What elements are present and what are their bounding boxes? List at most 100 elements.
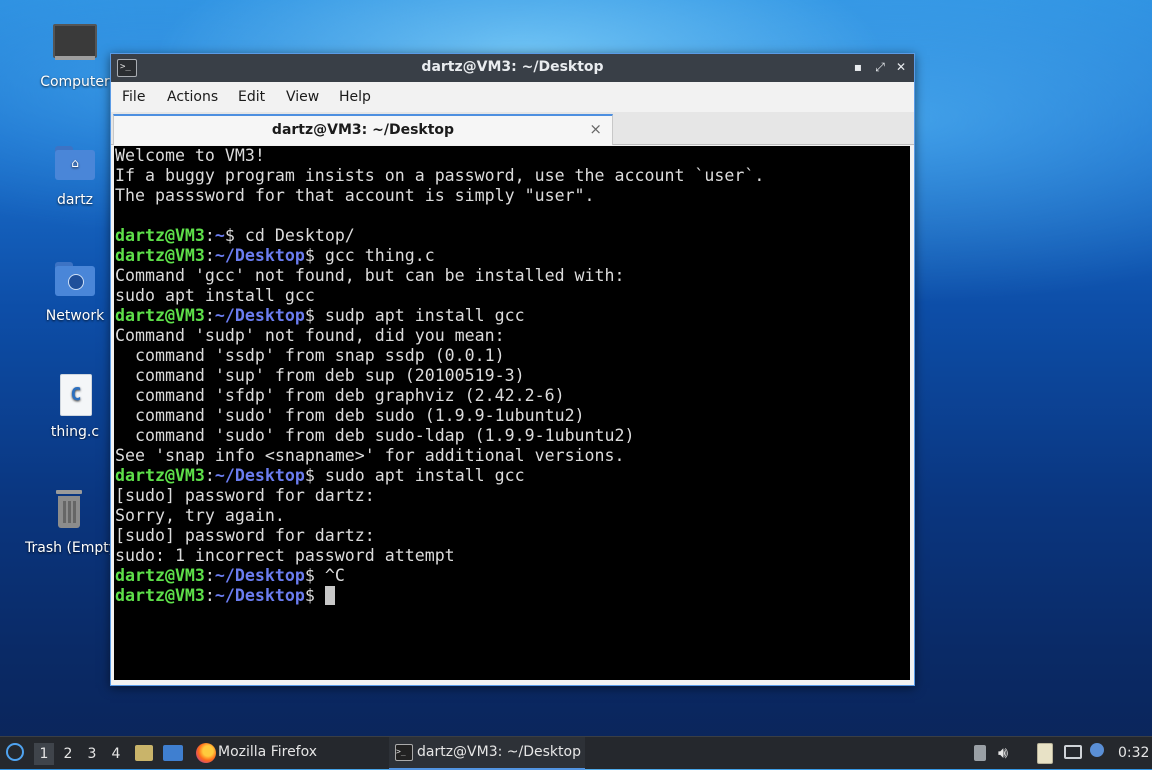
prompt-separator: : [204, 306, 215, 325]
tray-clipboard[interactable] [1034, 737, 1056, 769]
menu-help[interactable]: Help [339, 89, 371, 105]
prompt-path: ~/Desktop [214, 466, 305, 485]
terminal-line: dartz@VM3:~/Desktop$ sudo apt install gc… [115, 466, 764, 486]
taskbar: 1 2 3 4 Mozilla Firefox >_ dartz@VM3: ~/… [0, 736, 1152, 770]
workspace-2[interactable]: 2 [58, 743, 78, 765]
terminal-line: dartz@VM3:~/Desktop$ sudp apt install gc… [115, 306, 764, 326]
desktop-icon-label: Trash (Empty) [25, 540, 111, 556]
minimize-button[interactable]: ▪ [850, 59, 866, 75]
terminal-line: If a buggy program insists on a password… [115, 166, 765, 185]
terminal-line: [sudo] password for dartz: [115, 486, 375, 505]
terminal-line: Command 'gcc' not found, but can be inst… [115, 266, 625, 285]
terminal-line: [sudo] password for dartz: [115, 526, 375, 545]
firefox-icon [196, 743, 216, 763]
prompt-user: dartz@VM3 [115, 226, 205, 245]
prompt-path: ~ [214, 226, 225, 245]
clipboard-icon [1037, 743, 1053, 764]
volume-icon: 🔊︎ [998, 743, 1009, 762]
network-folder-icon [51, 256, 99, 304]
show-desktop-button[interactable] [162, 737, 184, 769]
prompt-path: ~/Desktop [214, 306, 305, 325]
prompt-path: ~/Desktop [214, 566, 305, 585]
terminal-line: command 'sudo' from deb sudo (1.9.9-1ubu… [115, 406, 585, 425]
prompt-separator: : [204, 226, 215, 245]
terminal-line: Command 'sudp' not found, did you mean: [115, 326, 505, 345]
prompt-user: dartz@VM3 [115, 566, 205, 585]
menu-actions[interactable]: Actions [167, 89, 218, 105]
terminal-window[interactable]: >_ dartz@VM3: ~/Desktop ▪ ⤢ ✕ File Actio… [110, 53, 915, 686]
task-firefox[interactable]: Mozilla Firefox [192, 737, 382, 768]
terminal-line: Sorry, try again. [115, 506, 285, 525]
workspace-3[interactable]: 3 [82, 743, 102, 765]
terminal-line: command 'sudo' from deb sudo-ldap (1.9.9… [115, 426, 635, 445]
menubar: File Actions Edit View Help [111, 82, 914, 112]
prompt-separator: : [204, 586, 215, 605]
terminal-line: command 'sfdp' from deb graphviz (2.42.2… [115, 386, 565, 405]
terminal-icon: >_ [395, 744, 413, 761]
tab-close-icon[interactable]: × [589, 120, 602, 138]
prompt-separator: : [204, 566, 215, 585]
prompt-command: $ sudo apt install gcc [304, 466, 525, 485]
tab-bar: dartz@VM3: ~/Desktop × [111, 112, 914, 145]
prompt-command: $ ^C [304, 566, 345, 585]
terminal-line: dartz@VM3:~/Desktop$ [115, 586, 764, 606]
lubuntu-start-icon [6, 743, 24, 761]
tray-volume[interactable]: 🔊︎ [998, 737, 1020, 769]
tab-title: dartz@VM3: ~/Desktop [271, 122, 455, 138]
c-source-file-icon: C [51, 372, 99, 420]
close-button[interactable]: ✕ [893, 59, 909, 75]
file-manager-launcher[interactable] [134, 737, 154, 769]
home-folder-icon: ⌂ [51, 140, 99, 188]
menu-edit[interactable]: Edit [238, 89, 265, 105]
terminal-line: command 'sup' from deb sup (20100519-3) [115, 366, 525, 385]
removable-media-icon [974, 745, 986, 761]
terminal-line: The passsword for that account is simply… [115, 186, 595, 205]
tray-updates[interactable] [1088, 737, 1110, 769]
menu-file[interactable]: File [122, 89, 145, 105]
terminal-text: Welcome to VM3! If a buggy program insist… [115, 146, 764, 606]
task-label: dartz@VM3: ~/Desktop [417, 744, 581, 760]
window-title: dartz@VM3: ~/Desktop [421, 59, 604, 75]
prompt-command: $ cd Desktop/ [224, 226, 355, 245]
tray-removable-media[interactable] [970, 737, 990, 769]
prompt-user: dartz@VM3 [115, 586, 205, 605]
terminal-line: See 'snap info <snapname>' for additiona… [115, 446, 625, 465]
show-desktop-icon [163, 745, 183, 761]
prompt-separator: : [204, 466, 215, 485]
terminal-line: dartz@VM3:~$ cd Desktop/ [115, 226, 764, 246]
task-terminal[interactable]: >_ dartz@VM3: ~/Desktop [389, 737, 585, 770]
terminal-line: sudo apt install gcc [115, 286, 315, 305]
terminal-line: command 'ssdp' from snap ssdp (0.0.1) [115, 346, 505, 365]
task-label: Mozilla Firefox [218, 744, 318, 760]
prompt-user: dartz@VM3 [115, 246, 205, 265]
workspace-1[interactable]: 1 [34, 743, 54, 765]
file-manager-icon [135, 745, 153, 761]
start-menu-button[interactable] [4, 737, 28, 769]
network-wired-icon [1064, 745, 1082, 759]
terminal-line: Welcome to VM3! [115, 146, 265, 165]
clock[interactable]: 0:32 [1118, 737, 1150, 769]
terminal-line: dartz@VM3:~/Desktop$ gcc thing.c [115, 246, 764, 266]
terminal-output[interactable]: Welcome to VM3! If a buggy program insist… [114, 146, 910, 680]
trash-icon [44, 488, 92, 536]
prompt-command: $ sudp apt install gcc [304, 306, 525, 325]
update-notifier-icon [1090, 743, 1104, 757]
workspace-4[interactable]: 4 [106, 743, 126, 765]
prompt-path: ~/Desktop [214, 586, 305, 605]
prompt-user: dartz@VM3 [115, 306, 205, 325]
maximize-button[interactable]: ⤢ [872, 59, 888, 75]
prompt-separator: : [204, 246, 215, 265]
prompt-path: ~/Desktop [214, 246, 305, 265]
terminal-line: dartz@VM3:~/Desktop$ ^C [115, 566, 764, 586]
computer-icon [51, 22, 99, 70]
terminal-cursor [324, 586, 335, 605]
prompt-command: $ [304, 586, 325, 605]
desktop-icon-trash[interactable]: Trash (Empty) [25, 488, 111, 556]
menu-view[interactable]: View [286, 89, 319, 105]
window-titlebar[interactable]: >_ dartz@VM3: ~/Desktop ▪ ⤢ ✕ [111, 54, 914, 82]
tab-terminal[interactable]: dartz@VM3: ~/Desktop × [113, 114, 613, 145]
tray-network[interactable] [1062, 737, 1084, 769]
terminal-line: sudo: 1 incorrect password attempt [115, 546, 455, 565]
prompt-user: dartz@VM3 [115, 466, 205, 485]
